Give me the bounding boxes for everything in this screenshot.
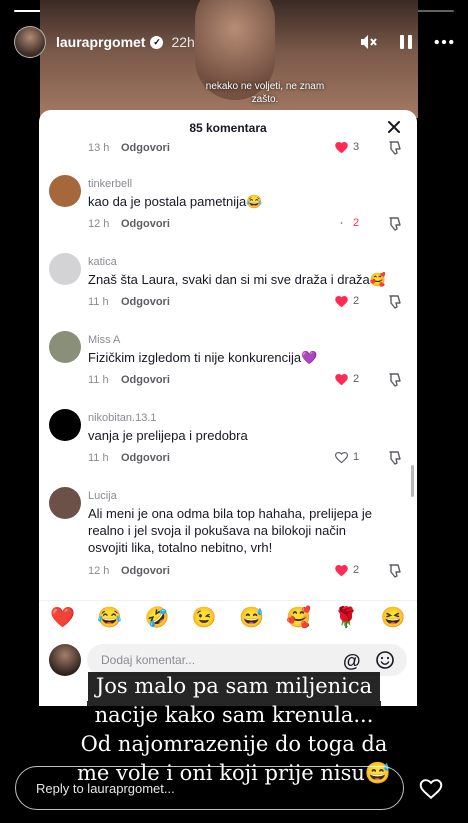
comment-time: 11 h: [88, 374, 109, 386]
reply-button[interactable]: Odgovori: [121, 452, 170, 464]
like-count: 2: [353, 373, 360, 385]
heart-outline-icon: [334, 451, 349, 464]
like-button[interactable]: 2: [334, 372, 359, 386]
emoji-quick-bar: ❤️ 😂 🤣 😉 😅 🥰 🌹 😆: [39, 600, 417, 634]
comment-username[interactable]: nikobitan.13.1: [88, 412, 157, 424]
like-story-heart-icon[interactable]: [418, 776, 444, 802]
emoji-quick-button[interactable]: 😉: [189, 605, 219, 630]
comment-text: Znaš šta Laura, svaki dan si mi sve draž…: [88, 272, 386, 287]
dislike-icon[interactable]: [387, 216, 403, 232]
reply-button[interactable]: Odgovori: [121, 142, 170, 154]
emoji-quick-button[interactable]: ❤️: [48, 605, 78, 630]
more-icon[interactable]: [434, 32, 454, 52]
reply-button[interactable]: Odgovori: [121, 218, 170, 230]
dislike-icon[interactable]: [387, 372, 403, 388]
like-button[interactable]: 2: [334, 563, 359, 577]
comment-username[interactable]: katica: [88, 256, 117, 268]
like-button[interactable]: 2: [334, 294, 359, 308]
comment-text: Ali meni je ona odma bila top hahaha, pr…: [88, 506, 373, 555]
reply-placeholder: Reply to lauraprgomet...: [36, 781, 175, 796]
comment-avatar[interactable]: [49, 487, 81, 519]
mute-icon[interactable]: [358, 32, 378, 52]
story-time: 22h: [171, 34, 195, 50]
overlay-caption-line: Jos malo pa sam miljenica: [87, 672, 381, 701]
story-header: lauraprgomet ✓ 22h: [14, 22, 454, 62]
comment-time: 11 h: [88, 452, 109, 464]
overlay-caption-line: Od najomrazenije do toga da: [72, 730, 396, 759]
close-icon[interactable]: [385, 118, 403, 136]
verified-icon: ✓: [150, 35, 164, 49]
reply-input[interactable]: Reply to lauraprgomet...: [15, 766, 404, 810]
comment-time: 12 h: [88, 565, 110, 577]
reply-button[interactable]: Odgovori: [121, 296, 170, 308]
scrollbar[interactable]: [411, 465, 414, 497]
dislike-icon[interactable]: [387, 140, 403, 156]
comment-avatar[interactable]: [49, 331, 81, 363]
like-count: 3: [353, 141, 360, 153]
like-button[interactable]: 1: [334, 450, 359, 464]
emoji-quick-button[interactable]: 🌹: [331, 605, 361, 630]
emoji-quick-button[interactable]: 🤣: [142, 605, 172, 630]
heart-filled-icon: [335, 142, 348, 154]
comment-time: 12 h: [88, 218, 110, 230]
dislike-icon[interactable]: [387, 294, 403, 310]
comment-time: 11 h: [88, 296, 109, 308]
comment-avatar[interactable]: [49, 253, 81, 285]
dislike-icon[interactable]: [387, 450, 403, 466]
like-count: 2: [353, 564, 360, 576]
emoji-picker-icon[interactable]: [375, 650, 395, 670]
comment-avatar[interactable]: [49, 175, 81, 207]
heart-filled-icon: [335, 374, 348, 386]
like-button[interactable]: 3: [334, 140, 359, 154]
video-caption: nekako ne voljeti, ne znam zašto.: [205, 81, 325, 105]
pause-icon[interactable]: [396, 32, 416, 52]
reply-button[interactable]: Odgovori: [121, 374, 170, 386]
emoji-quick-button[interactable]: 😅: [237, 605, 267, 630]
dislike-icon[interactable]: [387, 563, 403, 579]
comment-avatar[interactable]: [49, 409, 81, 441]
like-count: 2: [353, 217, 360, 229]
overlay-caption-line: nacije kako sam krenula...: [86, 701, 382, 730]
heart-outline-icon: [340, 222, 343, 224]
reply-button[interactable]: Odgovori: [121, 565, 170, 577]
heart-filled-icon: [335, 296, 348, 308]
comment-text: kao da je postala pametnija😂: [88, 194, 263, 209]
emoji-quick-button[interactable]: 😆: [378, 605, 408, 630]
heart-filled-icon: [335, 565, 348, 577]
emoji-quick-button[interactable]: 😂: [95, 605, 125, 630]
comment-text: vanja je prelijepa i predobra: [88, 428, 248, 443]
comments-sheet: 85 komentara 13 h Odgovori 3 tinkerbell k…: [39, 110, 417, 706]
story-avatar[interactable]: [14, 26, 46, 58]
like-button[interactable]: 2: [334, 216, 359, 230]
comment-text: Fizičkim izgledom ti nije konkurencija💜: [88, 350, 318, 365]
comment-username[interactable]: tinkerbell: [88, 178, 132, 190]
comment-username[interactable]: Miss A: [88, 334, 120, 346]
like-count: 2: [353, 295, 360, 307]
comment-username[interactable]: Lucija: [88, 490, 117, 502]
emoji-quick-button[interactable]: 🥰: [284, 605, 314, 630]
like-count: 1: [353, 451, 360, 463]
comments-title: 85 komentara: [189, 121, 267, 135]
comment-placeholder: Dodaj komentar...: [101, 653, 196, 667]
mention-icon[interactable]: @: [343, 651, 361, 672]
story-username[interactable]: lauraprgomet: [56, 34, 145, 50]
comment-time: 13 h: [88, 142, 110, 154]
